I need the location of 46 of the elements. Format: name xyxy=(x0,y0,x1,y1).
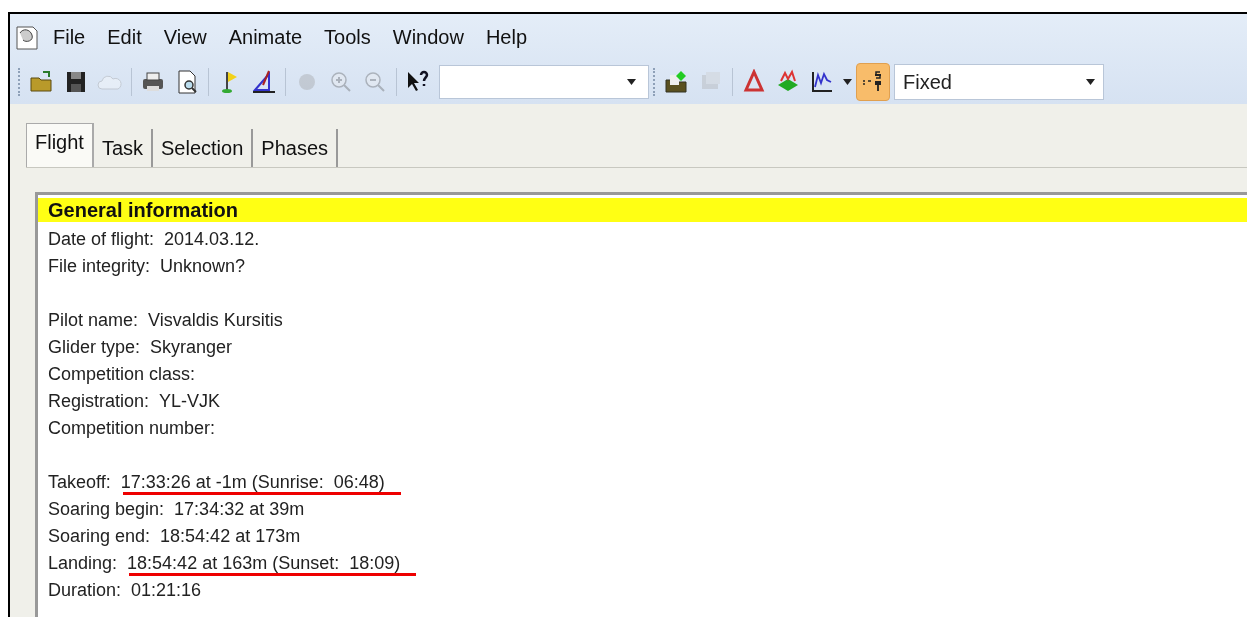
field-value: Visvaldis Kursitis xyxy=(148,310,283,330)
field-value: 18:54:42 at 163m (Sunset: 18:09) xyxy=(127,553,401,573)
scale-select[interactable]: Fixed xyxy=(894,64,1104,100)
field-label: File integrity: xyxy=(48,255,151,278)
field-label: Glider type: xyxy=(48,336,141,359)
field-value: Unknown? xyxy=(160,256,246,276)
menu-item[interactable]: Animate xyxy=(219,22,312,52)
line-graph-icon xyxy=(809,69,835,95)
triangle-ruler-icon xyxy=(251,69,277,95)
caret-icon xyxy=(843,79,852,85)
dropdown-field[interactable] xyxy=(439,65,649,99)
menu-item[interactable]: Tools xyxy=(315,22,380,52)
field-label: Soaring begin: xyxy=(48,498,165,521)
field-value: YL-VJK xyxy=(159,391,221,411)
field-label: Registration: xyxy=(48,390,150,413)
tab[interactable]: Phases xyxy=(253,129,339,167)
folder-icon xyxy=(29,69,55,95)
app-logo-icon xyxy=(14,23,40,51)
menu-item[interactable]: View xyxy=(154,22,216,52)
folder-export-icon xyxy=(664,69,690,95)
caret-icon xyxy=(1086,79,1095,85)
field-label: Duration: xyxy=(48,579,122,602)
menu-item[interactable]: File xyxy=(44,22,95,52)
toolbar-button[interactable] xyxy=(856,63,890,101)
tab[interactable]: Selection xyxy=(153,129,254,167)
field-label: Soaring end: xyxy=(48,525,151,548)
field-value: Skyranger xyxy=(150,337,233,357)
field-value: 2014.03.12. xyxy=(164,229,260,249)
menu-item[interactable]: Help xyxy=(476,22,537,52)
tab[interactable]: Task xyxy=(93,129,154,167)
field-value: 17:34:32 at 39m xyxy=(174,499,305,519)
tab[interactable]: Flight xyxy=(26,123,94,167)
field-value: 01:21:16 xyxy=(131,580,202,600)
triangle-track-icon xyxy=(741,69,767,95)
field-label: Landing: xyxy=(48,552,118,575)
field-label: Date of flight: xyxy=(48,228,155,251)
field-value: 17:33:26 at -1m (Sunrise: 06:48) xyxy=(120,472,385,492)
field-label: Pilot name: xyxy=(48,309,139,332)
section-header: General information xyxy=(38,198,1247,222)
menu-item[interactable]: Edit xyxy=(98,22,151,52)
field-label: Takeoff: xyxy=(48,471,111,494)
field-value: 18:54:42 at 173m xyxy=(160,526,301,546)
field-label: Competition number: xyxy=(48,417,216,440)
menu-item[interactable]: Window xyxy=(383,22,473,52)
field-label: Competition class: xyxy=(48,363,196,386)
caret-icon xyxy=(627,79,636,85)
